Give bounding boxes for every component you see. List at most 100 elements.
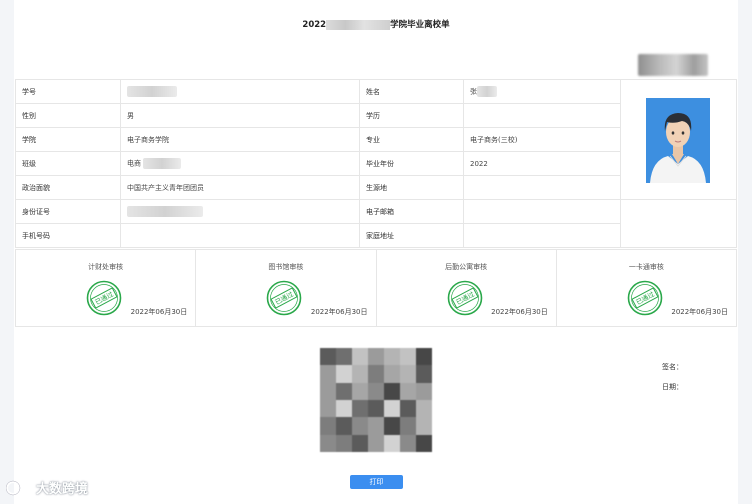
qr-pixel (416, 382, 432, 400)
student-id-redaction (127, 86, 177, 97)
approval-library: 图书馆审核 已通过 2022年06月30日 (196, 250, 377, 326)
class-value: 电商 (120, 151, 360, 176)
qr-pixel (416, 434, 432, 452)
student-info-table: 学号 姓名 张 性别 男 学历 学院 电子商务学院 专业 电子商务(三校) 班级… (15, 79, 621, 248)
approved-stamp-icon: 已通过 (627, 280, 663, 316)
education-value (463, 103, 621, 128)
origin-label: 生源地 (359, 175, 464, 200)
table-row: 班级 电商 毕业年份 2022 (15, 151, 621, 176)
approval-card: 一卡通审核 已通过 2022年06月30日 (557, 250, 736, 326)
qr-pixel (320, 348, 336, 366)
qr-pixel (336, 382, 352, 400)
phone-label: 手机号码 (15, 223, 121, 248)
table-row: 政治面貌 中国共产主义青年团团员 生源地 (15, 175, 621, 200)
email-label: 电子邮箱 (359, 199, 464, 224)
student-id-value (120, 79, 360, 104)
qr-pixel (400, 348, 416, 366)
watermark: 大数跨境 (6, 478, 88, 497)
watermark-logo-icon (6, 480, 31, 495)
idcard-redaction (127, 206, 203, 217)
page-title: 2022 学院毕业离校单 (302, 19, 450, 30)
address-label: 家庭地址 (359, 223, 464, 248)
college-value: 电子商务学院 (120, 127, 360, 152)
qr-pixel (400, 382, 416, 400)
qr-pixel (416, 348, 432, 366)
qr-pixel (336, 400, 352, 418)
qr-pixel (368, 417, 384, 435)
print-button[interactable]: 打印 (350, 475, 403, 489)
major-label: 专业 (359, 127, 464, 152)
class-label: 班级 (15, 151, 121, 176)
qr-pixel (336, 348, 352, 366)
name-redaction (477, 86, 497, 97)
qr-pixel (416, 365, 432, 383)
grad-year-label: 毕业年份 (359, 151, 464, 176)
qr-pixel (384, 382, 400, 400)
qr-pixel (320, 434, 336, 452)
name-value: 张 (463, 79, 621, 104)
idcard-label: 身份证号 (15, 199, 121, 224)
qr-pixel (352, 365, 368, 383)
approved-stamp-icon: 已通过 (447, 280, 482, 316)
qr-code-redacted (320, 348, 432, 452)
student-photo (646, 98, 710, 183)
approval-title: 后勤公寓审核 (445, 263, 488, 271)
political-label: 政治面貌 (15, 175, 121, 200)
qr-pixel (400, 400, 416, 418)
clearance-sheet: 2022 学院毕业离校单 学号 姓名 张 性别 男 学历 学院 电子商务学院 专业… (14, 0, 738, 504)
approval-date: 2022年06月30日 (310, 308, 368, 316)
qr-pixel (336, 365, 352, 383)
redacted-code (638, 54, 708, 76)
approval-section: 计财处审核 已通过 2022年06月30日 图书馆审核 已通过 2022年06月… (15, 249, 737, 327)
qr-pixel (320, 382, 336, 400)
qr-pixel (416, 417, 432, 435)
approval-finance: 计财处审核 已通过 2022年06月30日 (16, 250, 197, 326)
qr-pixel (352, 382, 368, 400)
address-value (463, 223, 621, 248)
table-row: 学号 姓名 张 (15, 79, 621, 104)
qr-pixel (352, 400, 368, 418)
gender-label: 性别 (15, 103, 121, 128)
email-value (463, 199, 621, 224)
qr-pixel (352, 417, 368, 435)
qr-pixel (368, 348, 384, 366)
qr-pixel (368, 382, 384, 400)
title-redaction (326, 19, 391, 30)
qr-pixel (384, 365, 400, 383)
education-label: 学历 (359, 103, 464, 128)
avatar-illustration (646, 98, 710, 183)
qr-pixel (320, 417, 336, 435)
approval-date: 2022年06月30日 (671, 308, 728, 316)
qr-pixel (400, 365, 416, 383)
qr-pixel (336, 434, 352, 452)
qr-pixel (368, 434, 384, 452)
qr-pixel (336, 417, 352, 435)
qr-pixel (400, 417, 416, 435)
date-label: 日期： (662, 383, 683, 391)
qr-pixel (384, 400, 400, 418)
approval-title: 图书馆审核 (268, 263, 304, 271)
watermark-text: 大数跨境 (36, 482, 89, 497)
approval-dormitory: 后勤公寓审核 已通过 2022年06月30日 (377, 250, 557, 326)
qr-pixel (384, 417, 400, 435)
idcard-value (120, 199, 360, 224)
table-row: 性别 男 学历 (15, 103, 621, 128)
origin-value (463, 175, 621, 200)
approval-date: 2022年06月30日 (130, 308, 188, 316)
phone-value (120, 223, 360, 248)
qr-pixel (384, 434, 400, 452)
approved-stamp-icon: 已通过 (86, 280, 122, 316)
table-row: 学院 电子商务学院 专业 电子商务(三校) (15, 127, 621, 152)
qr-pixel (352, 434, 368, 452)
political-value: 中国共产主义青年团团员 (120, 175, 360, 200)
photo-cell (620, 79, 737, 200)
college-label: 学院 (15, 127, 121, 152)
qr-pixel (400, 434, 416, 452)
qr-pixel (320, 400, 336, 418)
class-redaction (143, 158, 181, 169)
approval-date: 2022年06月30日 (491, 308, 548, 316)
grad-year-value: 2022 (463, 151, 621, 176)
photo-cell-bottom (620, 200, 737, 248)
major-value: 电子商务(三校) (463, 127, 621, 152)
qr-pixel (368, 400, 384, 418)
